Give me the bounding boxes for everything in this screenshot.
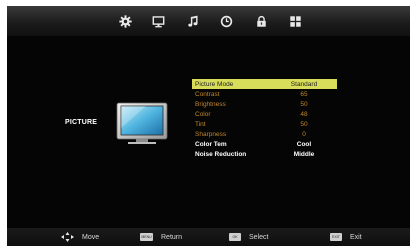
tab-setup[interactable] <box>285 11 305 31</box>
top-tab-bar <box>7 6 410 36</box>
page-title: PICTURE <box>65 119 98 126</box>
hint-exit: EXIT Exit <box>330 230 362 244</box>
music-note-icon <box>187 15 198 27</box>
menu-item-value: 0 <box>302 130 306 138</box>
menu-item-sharpness[interactable]: Sharpness 0 <box>192 129 337 139</box>
four-way-arrows-icon <box>61 232 74 242</box>
menu-item-label: Color <box>195 110 211 118</box>
picture-settings-menu: Picture Mode Standard Contrast 65 Bright… <box>192 79 337 159</box>
tv-picture-icon <box>116 102 168 145</box>
tab-settings[interactable] <box>115 11 135 31</box>
menu-item-value: Cool <box>296 140 312 148</box>
gear-icon <box>118 14 132 28</box>
footer-hint-bar: Move MENU Return OK Select EXIT Exit <box>7 228 410 246</box>
hint-select-label: Select <box>249 233 269 241</box>
tv-screen: PICTURE Picture Mode Standard Contrast 6… <box>0 0 416 252</box>
lock-icon <box>256 15 266 27</box>
hint-move: Move <box>61 230 99 244</box>
tab-time[interactable] <box>216 11 236 31</box>
menu-item-contrast[interactable]: Contrast 65 <box>192 89 337 99</box>
menu-item-tint[interactable]: Tint 50 <box>192 119 337 129</box>
menu-item-label: Picture Mode <box>195 80 234 88</box>
menu-item-value: Standard <box>290 80 318 88</box>
ok-key-icon: OK <box>229 233 241 241</box>
menu-item-color-temperature[interactable]: Color Tem Cool <box>192 139 337 149</box>
hint-return-label: Return <box>161 233 183 241</box>
grid-icon <box>289 15 301 27</box>
monitor-icon <box>152 15 164 27</box>
menu-item-value: 65 <box>300 90 308 98</box>
menu-item-label: Brightness <box>195 100 226 108</box>
exit-key-icon: EXIT <box>330 233 342 241</box>
menu-item-value: 50 <box>300 100 308 108</box>
tab-sound[interactable] <box>183 11 203 31</box>
menu-item-label: Noise Reduction <box>195 150 247 158</box>
menu-item-label: Sharpness <box>195 130 227 138</box>
menu-item-color[interactable]: Color 48 <box>192 109 337 119</box>
hint-return: MENU Return <box>140 230 182 244</box>
menu-key-icon: MENU <box>140 233 153 241</box>
osd-panel: PICTURE Picture Mode Standard Contrast 6… <box>7 6 410 246</box>
clock-icon <box>220 15 232 27</box>
hint-move-label: Move <box>82 233 100 241</box>
menu-item-label: Tint <box>195 120 206 128</box>
tab-display[interactable] <box>148 11 168 31</box>
menu-item-label: Color Tem <box>195 140 227 148</box>
menu-item-noise-reduction[interactable]: Noise Reduction Middle <box>192 149 337 159</box>
menu-item-label: Contrast <box>195 90 220 98</box>
menu-item-value: 48 <box>300 110 308 118</box>
menu-item-value: 50 <box>300 120 308 128</box>
tab-lock[interactable] <box>251 11 271 31</box>
hint-exit-label: Exit <box>350 233 362 241</box>
hint-select: OK Select <box>229 230 268 244</box>
menu-item-picture-mode[interactable]: Picture Mode Standard <box>192 79 337 89</box>
menu-item-value: Middle <box>293 150 315 158</box>
menu-item-brightness[interactable]: Brightness 50 <box>192 99 337 109</box>
